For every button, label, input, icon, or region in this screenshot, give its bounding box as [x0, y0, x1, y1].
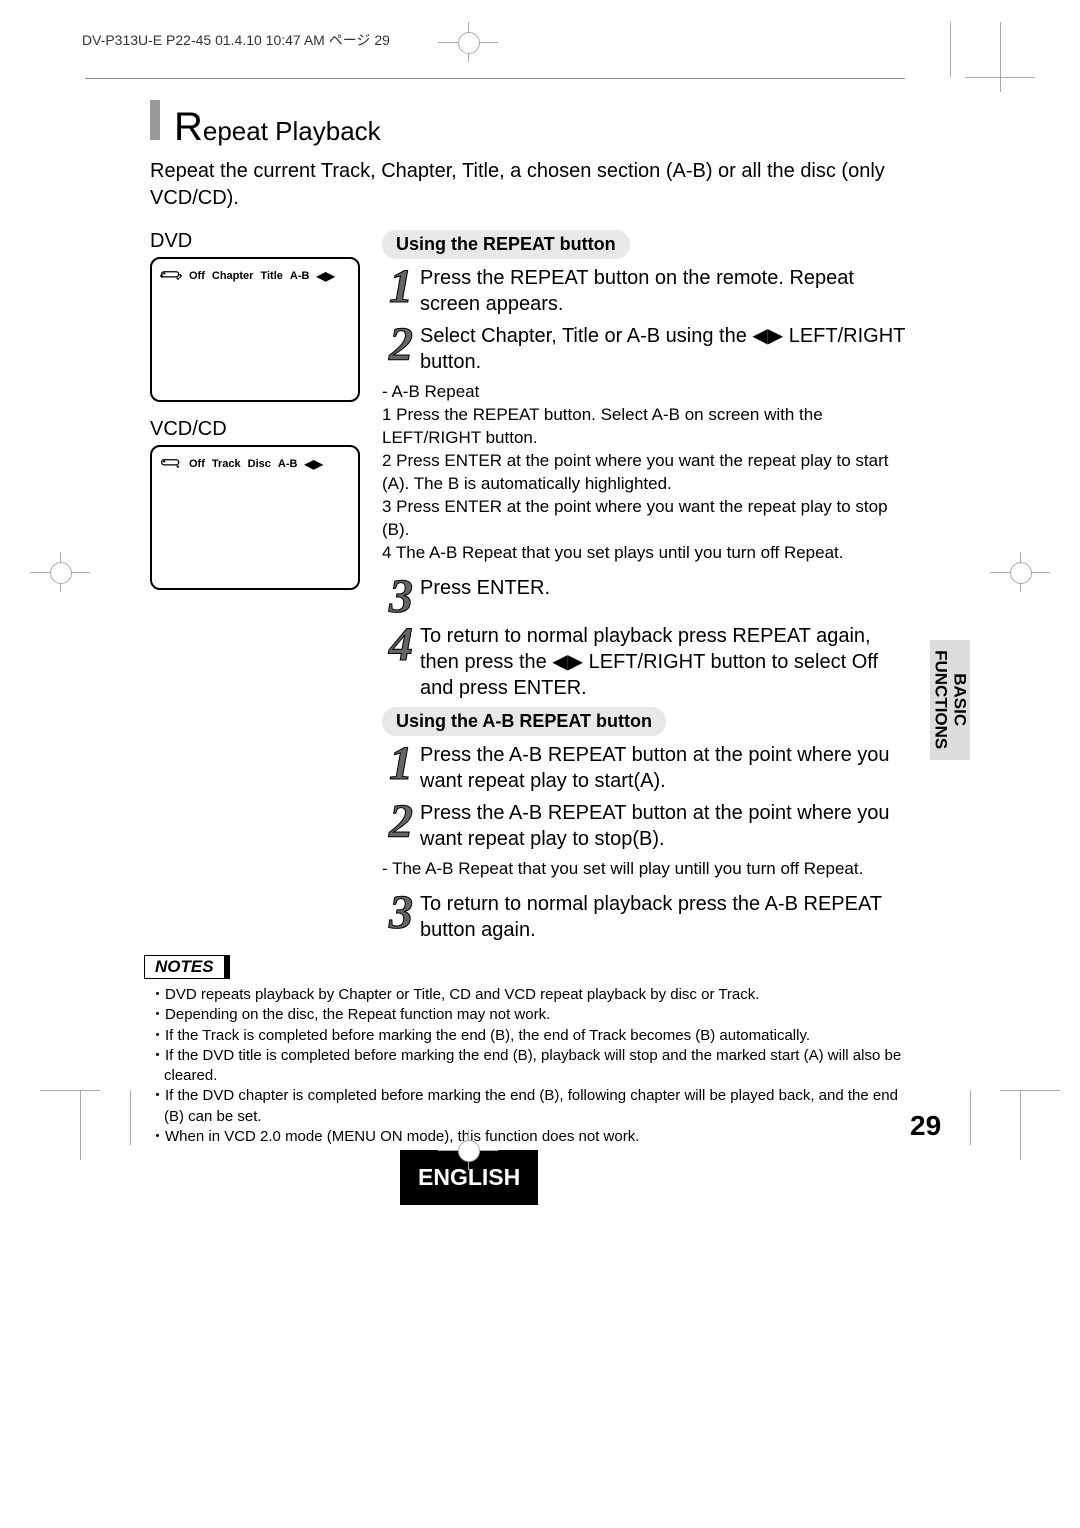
step-text: Press the A-B REPEAT button at the point…	[420, 800, 910, 852]
vcd-box: Off Track Disc A-B ◀▶	[150, 445, 360, 590]
side-tab: BASIC FUNCTIONS	[930, 640, 970, 760]
left-right-arrows-icon: ◀▶	[316, 269, 334, 283]
page-number: 29	[910, 1110, 941, 1142]
repeat-icon	[160, 458, 182, 470]
page-border	[85, 78, 905, 79]
step-number: 3	[382, 575, 420, 618]
left-column: DVD Off Chapter Title A-B ◀▶ VCD/CD Off …	[150, 230, 360, 606]
notes-section: NOTES ・DVD repeats playback by Chapter o…	[150, 955, 910, 1147]
step-text: Press ENTER.	[420, 575, 550, 601]
page-title: Repeat Playback	[150, 100, 910, 150]
vcd-ab: A-B	[278, 458, 298, 470]
step-number: 2	[382, 800, 420, 843]
step-text: Select Chapter, Title or A-B using the ◀…	[420, 323, 910, 375]
ab-note: - The A-B Repeat that you set will play …	[382, 858, 910, 881]
title-rest: epeat Playback	[203, 116, 381, 147]
sub-line: 3 Press ENTER at the point where you wan…	[382, 496, 910, 542]
sub-line: 4 The A-B Repeat that you set plays unti…	[382, 542, 910, 565]
sub-line: 1 Press the REPEAT button. Select A-B on…	[382, 404, 910, 450]
dvd-label: DVD	[150, 230, 360, 253]
notes-label: NOTES	[144, 955, 230, 979]
side-tab-line2: FUNCTIONS	[932, 650, 951, 749]
note-item: ・When in VCD 2.0 mode (MENU ON mode), th…	[150, 1127, 910, 1147]
vcd-off: Off	[189, 458, 205, 470]
dvd-off: Off	[189, 270, 205, 282]
dvd-ab: A-B	[290, 270, 310, 282]
side-tab-line1: BASIC	[951, 674, 970, 727]
title-first-letter: R	[174, 105, 203, 150]
sub-line: 2 Press ENTER at the point where you wan…	[382, 450, 910, 496]
sub-line: - A-B Repeat	[382, 381, 910, 404]
note-item: ・If the Track is completed before markin…	[150, 1026, 910, 1046]
crop-mark-top	[448, 22, 488, 62]
ab-repeat-sub: - A-B Repeat 1 Press the REPEAT button. …	[382, 381, 910, 565]
step-text: Press the REPEAT button on the remote. R…	[420, 265, 910, 317]
right-column: Using the REPEAT button 1Press the REPEA…	[382, 230, 910, 949]
repeat-icon	[160, 270, 182, 282]
note-item: ・Depending on the disc, the Repeat funct…	[150, 1005, 910, 1025]
step-number: 2	[382, 323, 420, 366]
step-number: 1	[382, 742, 420, 785]
left-right-arrows-icon: ◀▶	[304, 457, 322, 471]
step-number: 3	[382, 891, 420, 934]
title-accent-bar	[150, 100, 160, 140]
section-b-heading: Using the A-B REPEAT button	[382, 707, 666, 736]
note-item: ・If the DVD chapter is completed before …	[150, 1086, 910, 1127]
note-item: ・If the DVD title is completed before ma…	[150, 1046, 910, 1087]
page-content: Repeat Playback Repeat the current Track…	[150, 100, 910, 1147]
dvd-box: Off Chapter Title A-B ◀▶	[150, 257, 360, 402]
step-number: 4	[382, 623, 420, 666]
vcd-disc: Disc	[248, 458, 271, 470]
print-header: DV-P313U-E P22-45 01.4.10 10:47 AM ページ 2…	[82, 30, 390, 50]
section-a-heading: Using the REPEAT button	[382, 230, 630, 259]
step-number: 1	[382, 265, 420, 308]
step-text: To return to normal playback press REPEA…	[420, 623, 910, 701]
note-item: ・DVD repeats playback by Chapter or Titl…	[150, 985, 910, 1005]
step-text: Press the A-B REPEAT button at the point…	[420, 742, 910, 794]
crop-mark-bottom	[448, 1130, 488, 1170]
dvd-chapter: Chapter	[212, 270, 254, 282]
step-text: To return to normal playback press the A…	[420, 891, 910, 943]
intro-text: Repeat the current Track, Chapter, Title…	[150, 158, 910, 212]
vcd-label: VCD/CD	[150, 418, 360, 441]
vcd-track: Track	[212, 458, 241, 470]
dvd-title: Title	[260, 270, 282, 282]
